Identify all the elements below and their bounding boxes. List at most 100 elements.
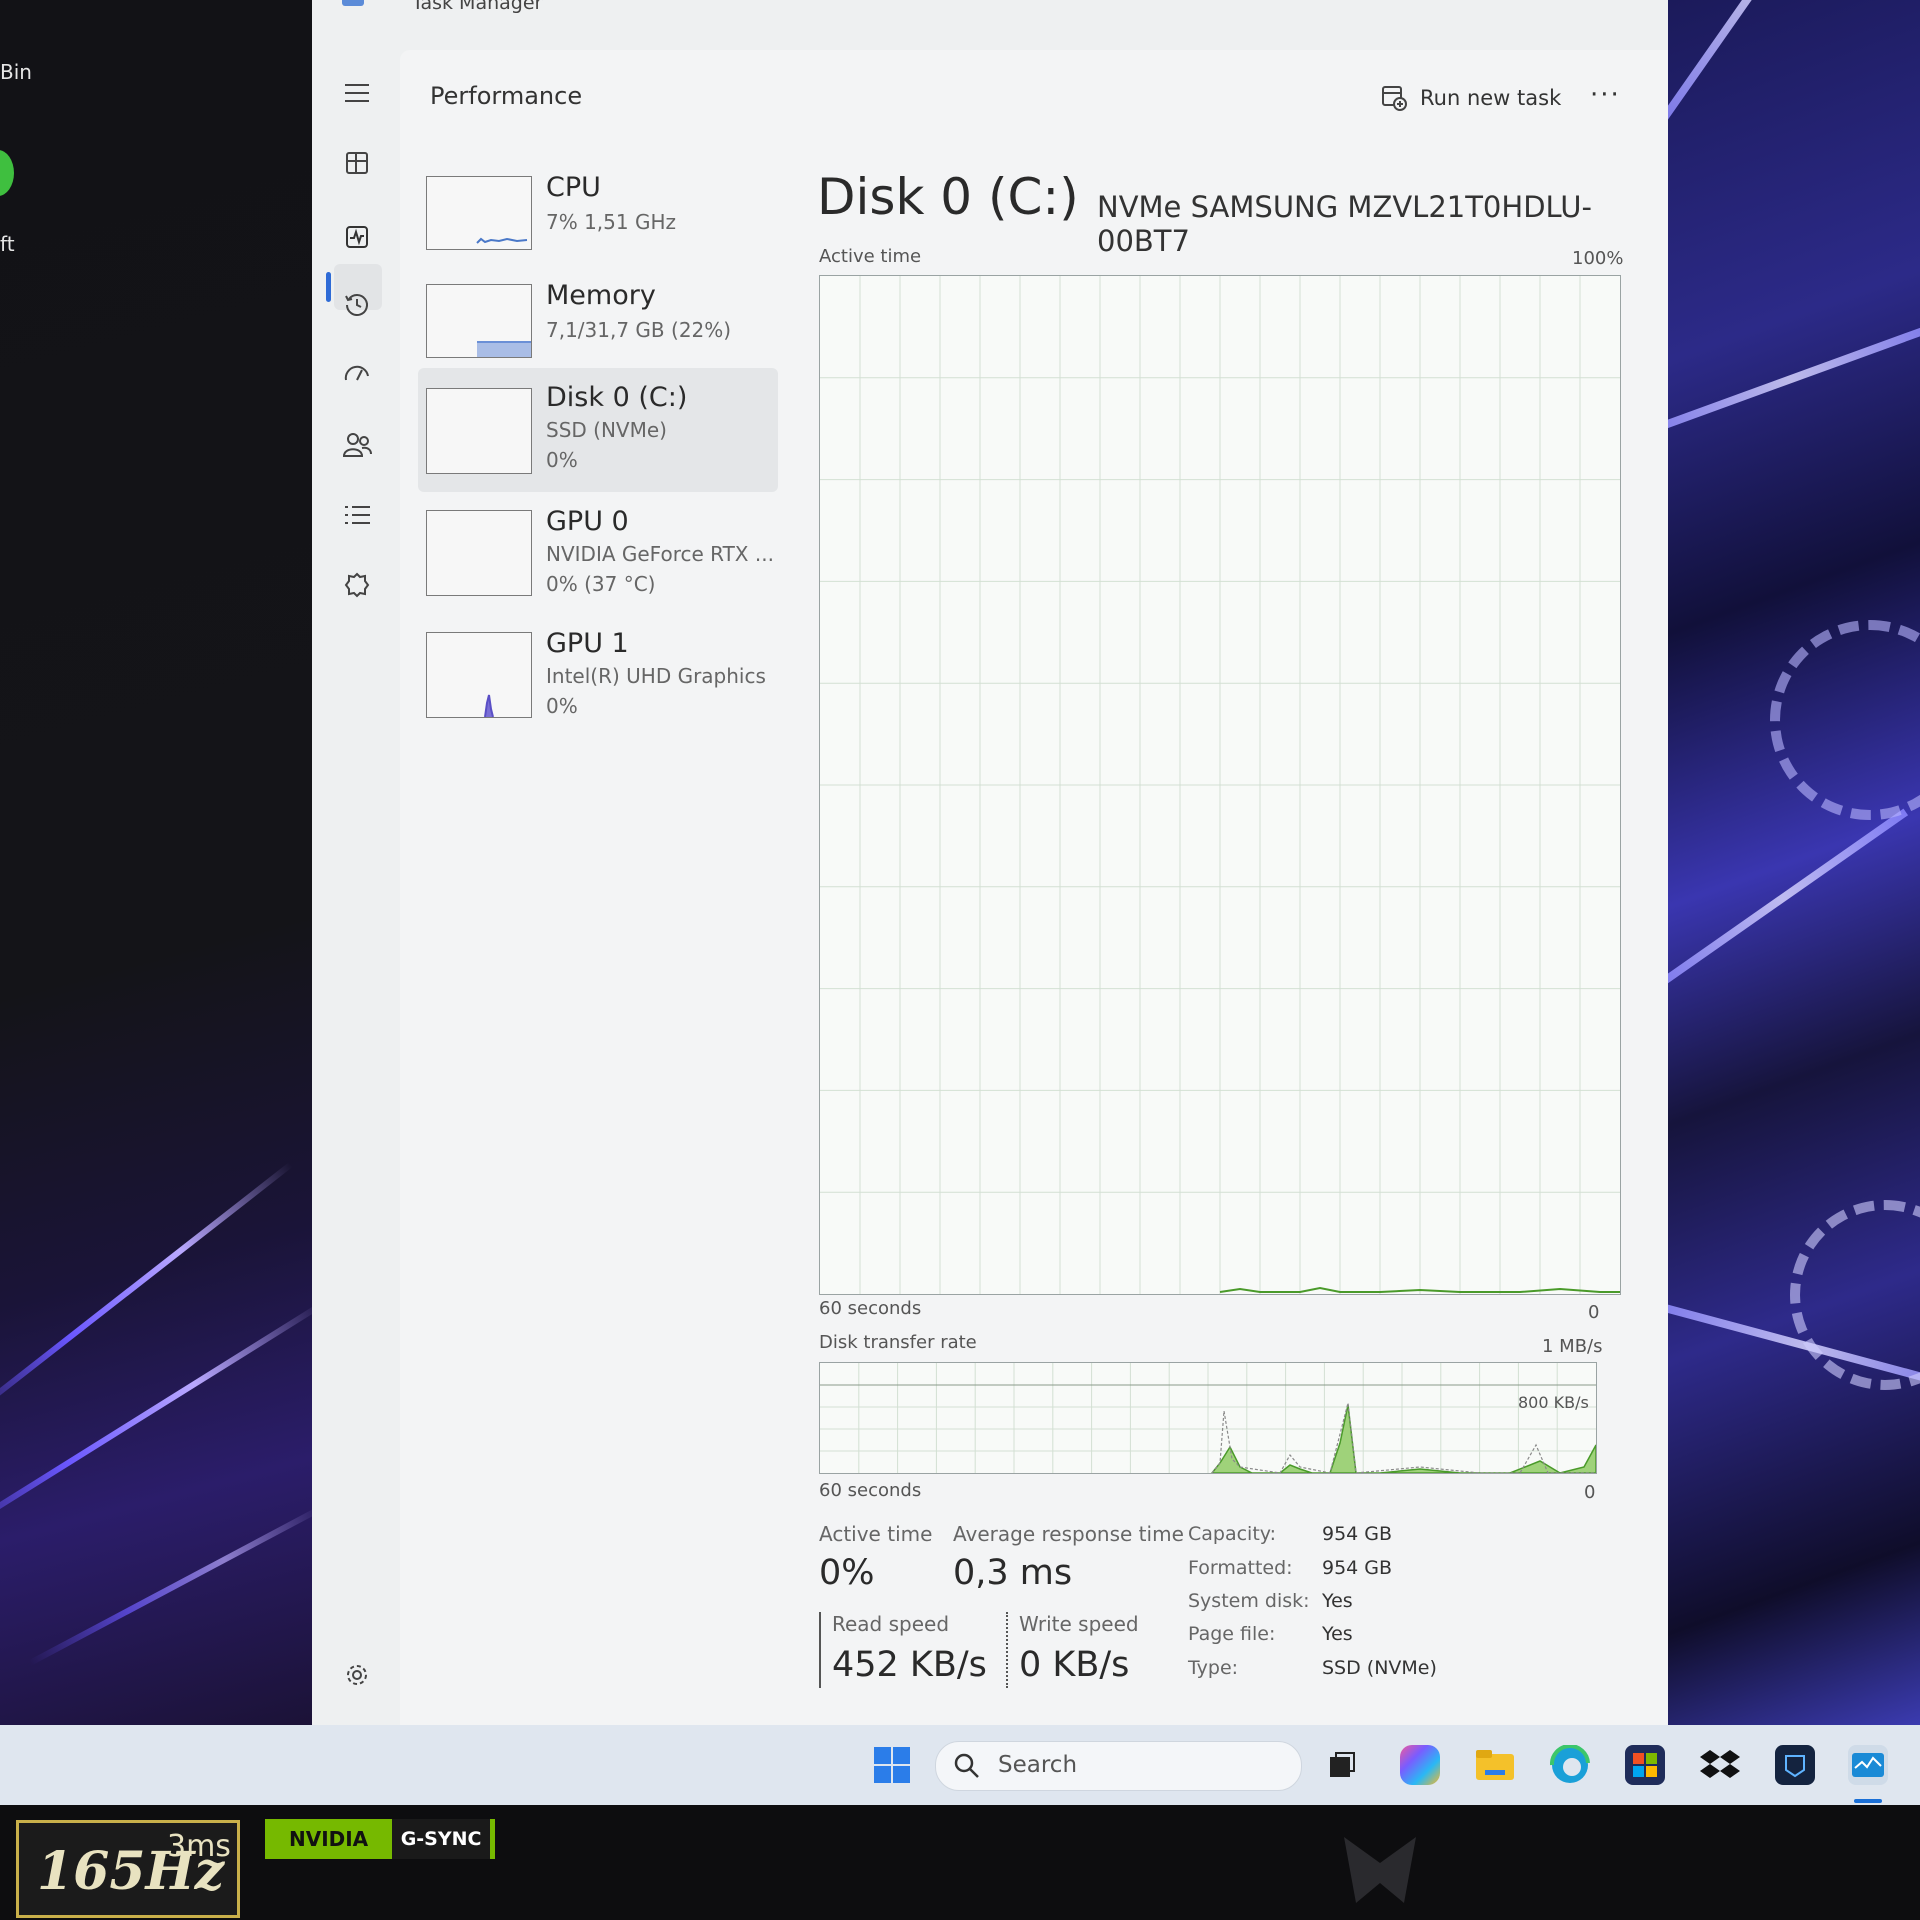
transfer-rate-graph-max: 1 MB/s	[1542, 1336, 1603, 1357]
resource-name: Disk 0 (C:)	[546, 382, 688, 413]
resource-item-gpu1[interactable]: GPU 1 Intel(R) UHD Graphics 0%	[418, 614, 778, 736]
run-new-task-button[interactable]: Run new task	[1380, 78, 1561, 118]
system-disk-label: System disk:	[1188, 1590, 1310, 1612]
file-explorer-icon[interactable]	[1475, 1745, 1515, 1785]
details-icon[interactable]	[342, 500, 372, 530]
page-file-value: Yes	[1322, 1623, 1353, 1645]
copilot-icon[interactable]	[1400, 1745, 1440, 1785]
microsoft-store-icon[interactable]	[1625, 1745, 1665, 1785]
active-time-graph-x-left: 60 seconds	[819, 1298, 922, 1319]
write-speed-indicator	[1006, 1612, 1008, 1688]
cpu-mini-graph	[426, 176, 532, 250]
more-options-button[interactable]: ···	[1590, 80, 1621, 110]
taskbar-search-box[interactable]: Search	[935, 1741, 1302, 1791]
page-header: Performance Run new task ···	[400, 50, 1668, 144]
settings-gear-icon[interactable]	[342, 1660, 372, 1690]
active-time-stat-value: 0%	[819, 1553, 875, 1593]
resource-detail: NVIDIA GeForce RTX ...	[546, 542, 774, 566]
active-time-graph-x-right: 0	[1588, 1302, 1600, 1323]
nvidia-label: NVIDIA	[265, 1819, 393, 1859]
predator-logo-icon	[1344, 1837, 1416, 1903]
task-manager-taskbar-icon[interactable]	[1848, 1745, 1888, 1785]
wallpaper-beam	[1660, 0, 1859, 127]
page-file-label: Page file:	[1188, 1623, 1276, 1645]
resource-usage: 0% (37 °C)	[546, 572, 656, 596]
desktop-wallpaper-right	[1660, 0, 1920, 1725]
start-windows-icon[interactable]	[872, 1745, 912, 1785]
app-history-icon[interactable]	[342, 290, 372, 320]
gsync-label: G-SYNC	[392, 1819, 495, 1859]
resource-detail: 7% 1,51 GHz	[546, 210, 677, 234]
wallpaper-fan-graphic	[1790, 1200, 1920, 1390]
desktop-icon-label[interactable]: ft	[0, 232, 15, 256]
resource-detail: SSD (NVMe)	[546, 418, 667, 442]
memory-fill	[477, 341, 531, 357]
system-disk-value: Yes	[1322, 1590, 1353, 1612]
resource-item-disk0[interactable]: Disk 0 (C:) SSD (NVMe) 0%	[418, 368, 778, 492]
transfer-rate-read-area	[1210, 1404, 1597, 1474]
wallpaper-streak	[28, 1505, 323, 1666]
read-speed-label: Read speed	[832, 1612, 950, 1636]
transfer-rate-graph: 800 KB/s	[819, 1362, 1597, 1474]
users-icon[interactable]	[342, 430, 372, 460]
resource-name: GPU 0	[546, 506, 629, 537]
active-time-graph-max: 100%	[1572, 248, 1624, 269]
task-view-icon[interactable]	[1322, 1745, 1362, 1785]
active-time-graph	[819, 275, 1621, 1295]
resource-detail: 7,1/31,7 GB (22%)	[546, 318, 732, 342]
active-time-graph-label: Active time	[819, 246, 922, 267]
gpu1-mini-graph	[426, 632, 532, 718]
wallpaper-streak	[0, 1162, 293, 1426]
run-task-icon	[1382, 86, 1407, 111]
monitor-bezel: 165Hz 3ms NVIDIA G-SYNC	[0, 1805, 1920, 1920]
services-icon[interactable]	[342, 570, 372, 600]
resource-item-cpu[interactable]: CPU 7% 1,51 GHz	[418, 160, 778, 272]
nav-rail	[312, 50, 402, 1725]
response-time-text: 3ms	[167, 1829, 231, 1864]
transfer-rate-graph-x-left: 60 seconds	[819, 1480, 922, 1501]
desktop-app-icon[interactable]	[0, 150, 14, 196]
page-title: Performance	[430, 82, 583, 110]
predator-sense-icon[interactable]	[1775, 1745, 1815, 1785]
wallpaper-beam	[1660, 320, 1920, 438]
wallpaper-streak	[0, 1301, 324, 1546]
nvidia-gsync-sticker: NVIDIA G-SYNC	[265, 1819, 495, 1859]
desktop-icon-label[interactable]: Bin	[0, 60, 32, 84]
desktop-wallpaper-left: Bin ft	[0, 0, 330, 1725]
resource-name: CPU	[546, 172, 601, 203]
formatted-label: Formatted:	[1188, 1557, 1293, 1579]
run-new-task-label: Run new task	[1420, 86, 1562, 110]
type-label: Type:	[1188, 1657, 1239, 1679]
resource-name: GPU 1	[546, 628, 629, 659]
resource-list: CPU 7% 1,51 GHz Memory 7,1/31,7 GB (22%)…	[418, 160, 778, 752]
search-icon	[954, 1753, 979, 1778]
resource-item-gpu0[interactable]: GPU 0 NVIDIA GeForce RTX ... 0% (37 °C)	[418, 492, 778, 614]
nav-selected-indicator	[326, 272, 331, 302]
active-time-grid	[820, 276, 1620, 1294]
startup-apps-icon[interactable]	[342, 360, 372, 390]
task-manager-window: Task Manager Performance Run new task ··…	[312, 0, 1668, 1725]
task-manager-app-icon	[342, 0, 364, 6]
transfer-rate-graph-x-right: 0	[1584, 1482, 1596, 1503]
dropbox-icon[interactable]	[1700, 1745, 1740, 1785]
gpu0-mini-graph	[426, 510, 532, 596]
active-app-indicator	[1854, 1799, 1882, 1803]
processes-icon[interactable]	[342, 148, 372, 178]
memory-mini-graph	[426, 284, 532, 358]
disk-mini-graph	[426, 388, 532, 474]
capacity-label: Capacity:	[1188, 1523, 1277, 1545]
resource-usage: 0%	[546, 448, 578, 472]
search-placeholder: Search	[998, 1752, 1078, 1778]
avg-response-stat-value: 0,3 ms	[953, 1553, 1073, 1593]
read-speed-value: 452 KB/s	[832, 1645, 987, 1685]
window-title: Task Manager	[412, 0, 543, 14]
resource-detail: Intel(R) UHD Graphics	[546, 664, 766, 688]
transfer-rate-grid	[820, 1363, 1597, 1474]
write-speed-value: 0 KB/s	[1019, 1645, 1130, 1685]
performance-icon[interactable]	[342, 222, 372, 252]
hamburger-menu-icon[interactable]	[342, 78, 372, 108]
taskbar: Search	[0, 1725, 1920, 1805]
edge-browser-icon[interactable]	[1550, 1745, 1590, 1785]
resource-item-memory[interactable]: Memory 7,1/31,7 GB (22%)	[418, 268, 778, 380]
formatted-value: 954 GB	[1322, 1557, 1393, 1579]
